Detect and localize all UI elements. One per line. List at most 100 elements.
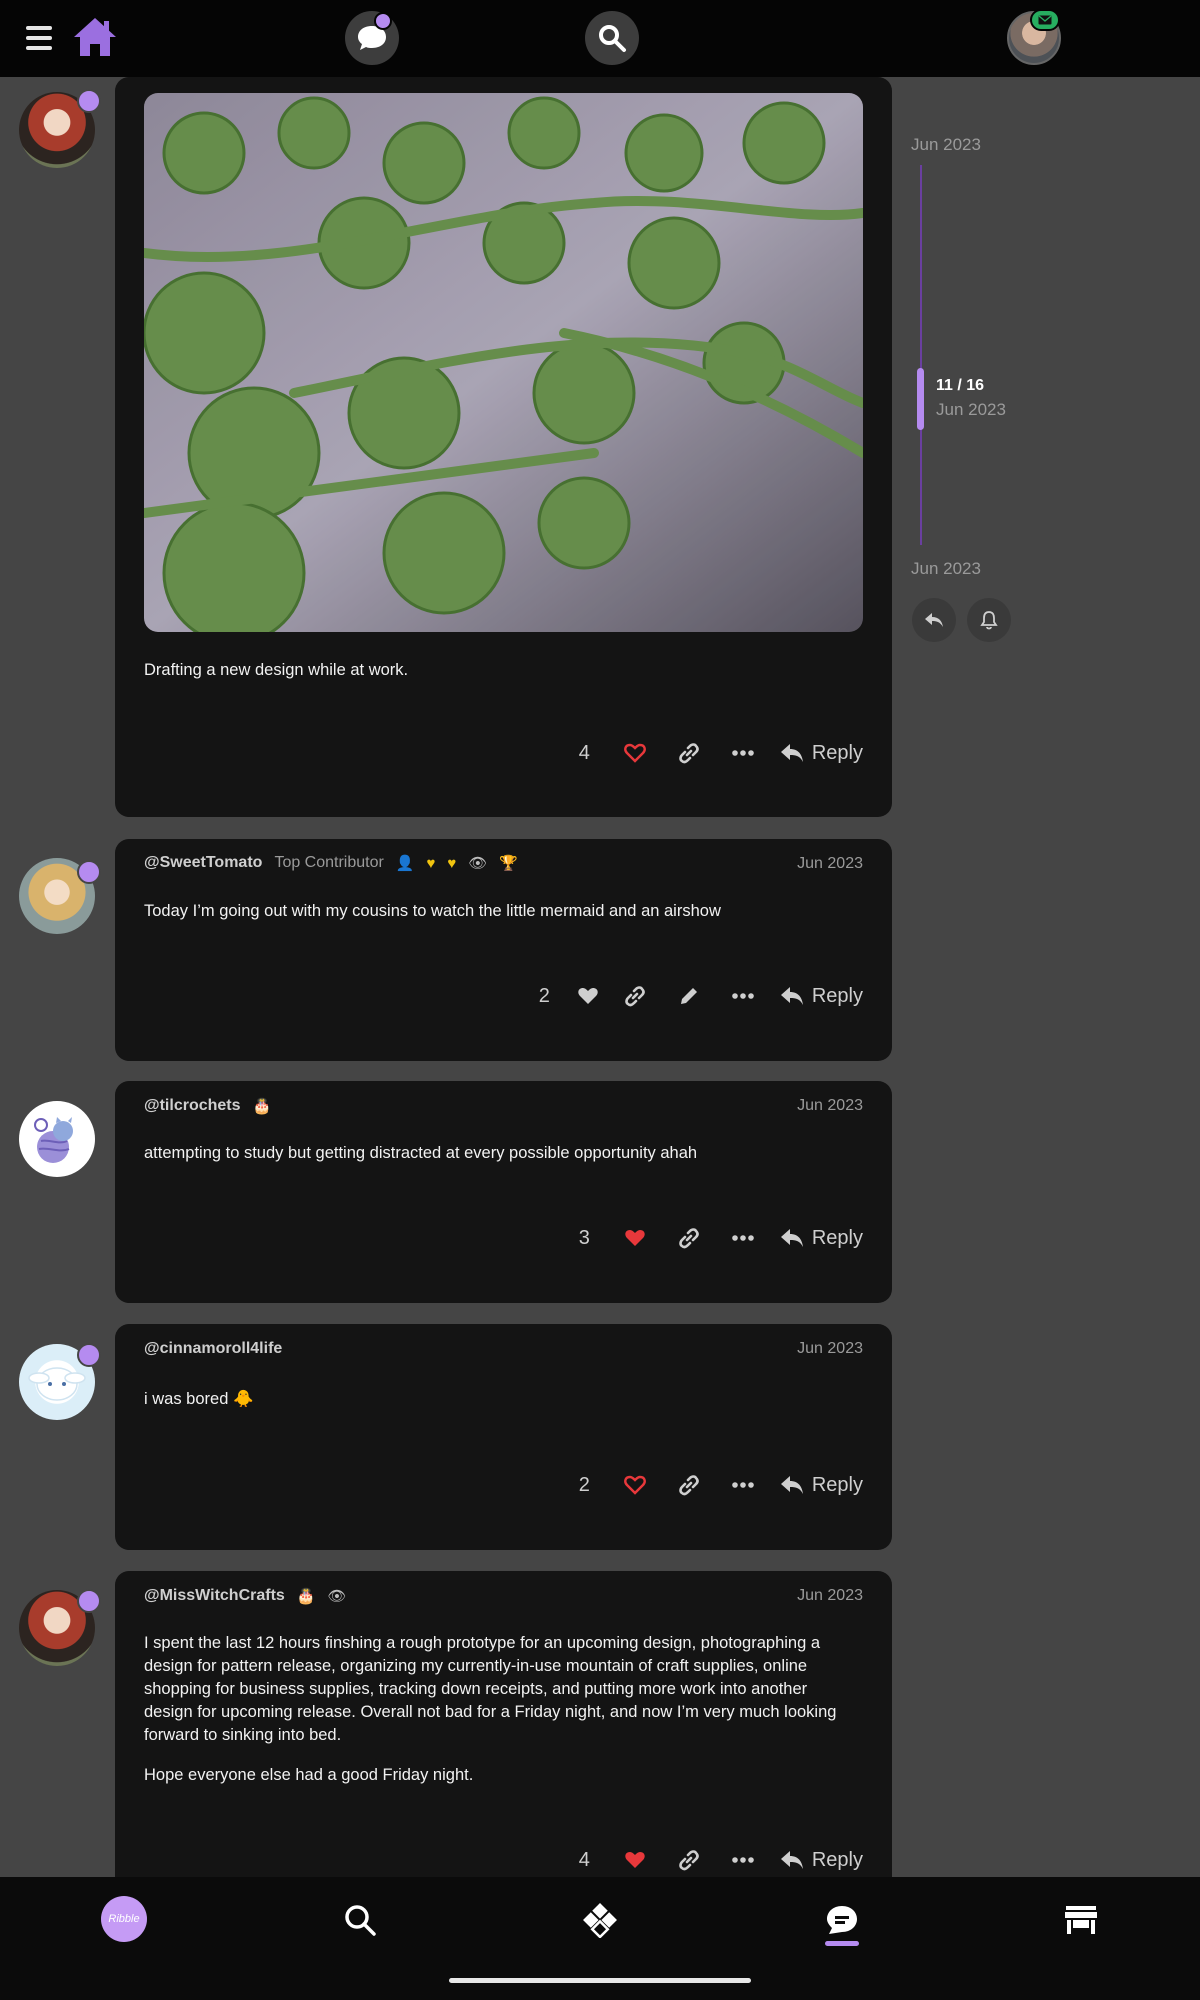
ellipsis-icon — [732, 1235, 754, 1241]
post-body: I spent the last 12 hours finshing a rou… — [144, 1634, 837, 1744]
link-icon — [679, 743, 699, 764]
like-button[interactable] — [608, 1850, 662, 1870]
post-card — [115, 839, 892, 1061]
reply-label: Reply — [811, 741, 863, 764]
pattern-grid-icon — [583, 1903, 617, 1938]
like-button[interactable] — [608, 1475, 662, 1495]
timeline-pane — [892, 77, 1200, 1877]
timeline-track[interactable] — [920, 165, 922, 545]
post-username[interactable]: @MissWitchCrafts — [144, 1587, 285, 1605]
ellipsis-icon — [732, 1857, 754, 1863]
post-username[interactable]: @cinnamoroll4life — [144, 1340, 282, 1358]
reply-button[interactable]: Reply — [780, 1227, 863, 1250]
ribble-home-button[interactable]: Ribble — [101, 1896, 147, 1942]
more-options-button[interactable] — [716, 993, 770, 999]
trophy-icon: 🏆 — [499, 855, 519, 872]
post-body-paragraph: Hope everyone else had a good Friday nig… — [144, 1766, 474, 1784]
post-body: i was bored 🐥 — [144, 1390, 254, 1408]
copy-link-button[interactable] — [662, 1227, 716, 1249]
nav-search-button[interactable] — [335, 1897, 385, 1943]
post-actions: 3 Reply — [579, 1223, 863, 1253]
reply-label: Reply — [811, 1848, 863, 1871]
mail-badge[interactable] — [1030, 9, 1060, 31]
reply-icon — [925, 613, 943, 627]
heart-badge-icon: ♥ — [447, 854, 457, 872]
post-header: @SweetTomato Top Contributor 👤 ♥ ♥ 👁 🏆 — [144, 854, 518, 872]
post-date[interactable]: Jun 2023 — [797, 1097, 863, 1115]
nav-chat-button[interactable] — [817, 1897, 867, 1943]
more-options-button[interactable] — [716, 750, 770, 756]
post-username[interactable]: @tilcrochets — [144, 1097, 241, 1115]
reply-button[interactable]: Reply — [780, 1474, 863, 1497]
like-button[interactable] — [608, 743, 662, 763]
more-options-button[interactable] — [716, 1857, 770, 1863]
timeline-position: 11 / 16 — [936, 377, 985, 394]
like-count[interactable]: 2 — [539, 985, 550, 1008]
reply-icon — [780, 1476, 803, 1494]
notification-dot — [374, 12, 392, 30]
search-icon — [345, 1905, 376, 1936]
timeline-position-date: Jun 2023 — [936, 400, 1006, 419]
like-count[interactable]: 4 — [579, 742, 590, 765]
link-icon — [679, 1475, 699, 1496]
reply-button[interactable]: Reply — [780, 742, 863, 765]
home-indicator — [449, 1978, 751, 1983]
post-header: @MissWitchCrafts 🎂 👁 — [144, 1587, 347, 1605]
cake-icon: 🎂 — [252, 1098, 272, 1115]
heart-filled-icon — [625, 1852, 645, 1868]
pencil-icon — [680, 988, 697, 1004]
ellipsis-icon — [732, 1482, 754, 1488]
eye-icon: 👁 — [468, 855, 488, 872]
user-flair-badge — [77, 1343, 101, 1367]
copy-link-button[interactable] — [662, 1474, 716, 1496]
timeline-end-date[interactable]: Jun 2023 — [911, 559, 981, 579]
post-date[interactable]: Jun 2023 — [797, 1340, 863, 1358]
home-icon[interactable] — [72, 16, 118, 58]
timeline-start-date[interactable]: Jun 2023 — [911, 135, 981, 155]
nav-patterns-button[interactable] — [575, 1897, 625, 1943]
user-icon: 👤 — [395, 855, 415, 872]
chat-icon — [827, 1906, 857, 1934]
post-actions: 2 Reply — [579, 1470, 863, 1500]
heart-icon — [578, 988, 598, 1004]
link-icon — [679, 1850, 699, 1871]
reply-icon — [780, 987, 803, 1005]
more-options-button[interactable] — [716, 1235, 770, 1241]
like-count[interactable]: 3 — [579, 1227, 590, 1250]
copy-link-button[interactable] — [662, 742, 716, 764]
post-header: @cinnamoroll4life — [144, 1340, 282, 1358]
like-button[interactable] — [608, 1228, 662, 1248]
reply-button[interactable]: Reply — [780, 985, 863, 1008]
post-date[interactable]: Jun 2023 — [797, 855, 863, 873]
post-author-avatar[interactable] — [19, 1101, 95, 1177]
like-count[interactable]: 4 — [579, 1849, 590, 1872]
search-button[interactable] — [585, 11, 639, 65]
more-options-button[interactable] — [716, 1482, 770, 1488]
bell-icon — [980, 611, 998, 630]
like-button[interactable] — [568, 986, 608, 1006]
timeline-handle[interactable] — [917, 368, 924, 430]
reply-icon — [780, 744, 803, 762]
post-header: @tilcrochets 🎂 — [144, 1097, 271, 1115]
copy-link-button[interactable] — [662, 1849, 716, 1871]
post-actions: 2 Reply — [539, 981, 863, 1011]
like-count[interactable]: 2 — [579, 1474, 590, 1497]
post-actions: 4 Reply — [579, 1845, 863, 1875]
copy-link-button[interactable] — [608, 985, 662, 1007]
edit-button[interactable] — [662, 985, 716, 1007]
eye-icon: 👁 — [327, 1588, 347, 1605]
active-tab-indicator — [825, 1941, 859, 1946]
reply-topic-button[interactable] — [912, 598, 956, 642]
post-image[interactable] — [144, 93, 863, 632]
post-body: Today I’m going out with my cousins to w… — [144, 902, 721, 920]
post-date[interactable]: Jun 2023 — [797, 1587, 863, 1605]
post-body: Drafting a new design while at work. — [144, 661, 409, 679]
notifications-button[interactable] — [967, 598, 1011, 642]
nav-shop-button[interactable] — [1056, 1897, 1106, 1943]
hamburger-icon[interactable] — [26, 26, 52, 50]
reply-label: Reply — [811, 1226, 863, 1249]
heart-outline-icon — [623, 1475, 646, 1495]
heart-outline-icon — [623, 743, 646, 763]
reply-button[interactable]: Reply — [780, 1849, 863, 1872]
post-username[interactable]: @SweetTomato — [144, 854, 262, 872]
